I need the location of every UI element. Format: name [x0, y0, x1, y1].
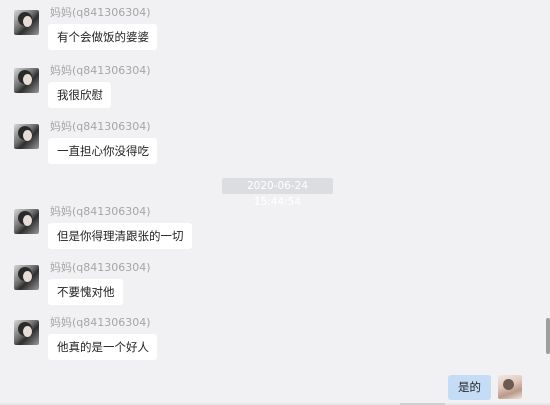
sender-name: 妈妈(q841306304) [50, 120, 151, 133]
message-timestamp: 2020-06-24 15:44:54 [222, 178, 333, 208]
message-bubble[interactable]: 不要愧对他 [48, 279, 123, 305]
sender-name: 妈妈(q841306304) [50, 261, 151, 274]
sender-name: 妈妈(q841306304) [50, 205, 151, 218]
message-bubble[interactable]: 一直担心你没得吃 [48, 138, 157, 164]
vertical-scrollbar[interactable] [546, 318, 550, 354]
contact-avatar-icon[interactable] [14, 68, 39, 93]
message-bubble[interactable]: 有个会做饭的婆婆 [48, 24, 157, 50]
message-bubble[interactable]: 我很欣慰 [48, 82, 111, 108]
sender-name: 妈妈(q841306304) [50, 64, 151, 77]
message-bubble[interactable]: 他真的是一个好人 [48, 334, 157, 360]
contact-avatar-icon[interactable] [14, 320, 39, 345]
contact-avatar-icon[interactable] [14, 265, 39, 290]
contact-avatar-icon[interactable] [14, 209, 39, 234]
contact-avatar-icon[interactable] [14, 10, 39, 35]
contact-avatar-icon[interactable] [14, 124, 39, 149]
own-avatar-icon[interactable] [498, 375, 522, 399]
message-bubble[interactable]: 但是你得理清跟张的一切 [48, 223, 192, 249]
own-message-bubble[interactable]: 是的 [448, 375, 491, 400]
sender-name: 妈妈(q841306304) [50, 316, 151, 329]
sender-name: 妈妈(q841306304) [50, 6, 151, 19]
chat-message-area[interactable]: 妈妈(q841306304) 有个会做饭的婆婆 妈妈(q841306304) 我… [0, 0, 550, 405]
